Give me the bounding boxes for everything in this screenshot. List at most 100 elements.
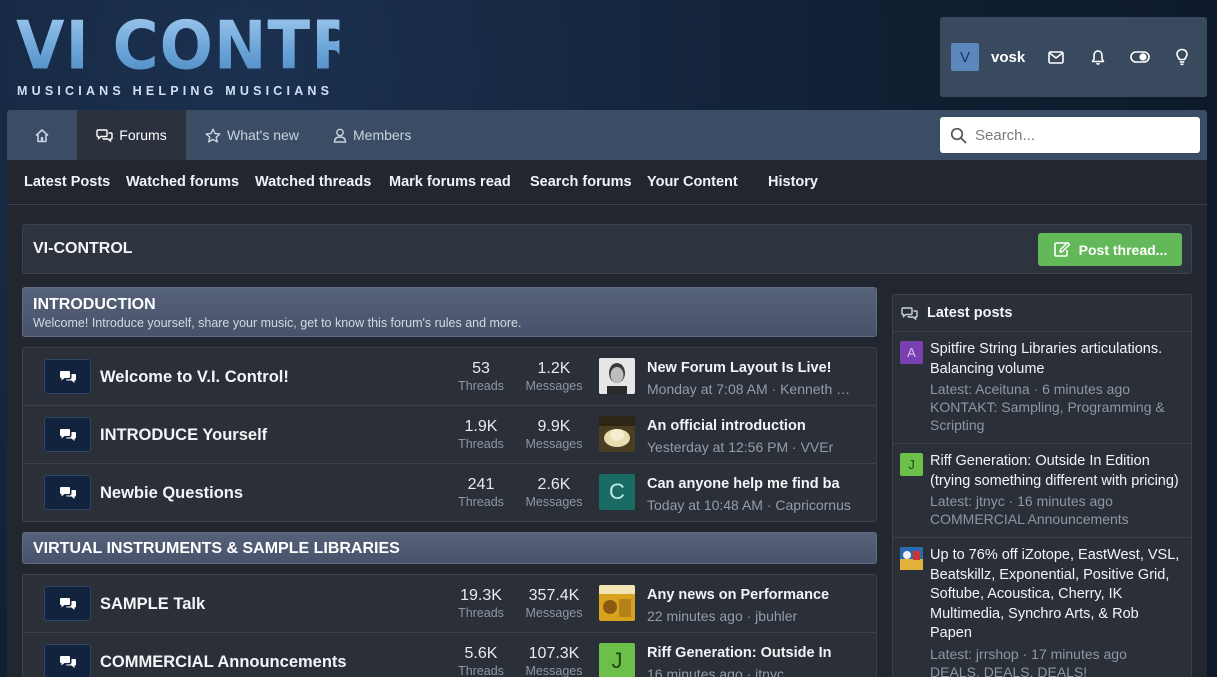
- tab-members[interactable]: Members: [333, 110, 411, 160]
- subnav-history[interactable]: History: [768, 174, 818, 190]
- search-icon[interactable]: [950, 127, 967, 144]
- node-list-virtual-instruments: SAMPLE Talk 19.3K Threads 357.4K Messages …: [22, 574, 877, 677]
- post-meta[interactable]: Latest: jrrshop · 17 minutes ago: [930, 645, 1183, 663]
- subnav-latest-posts[interactable]: Latest Posts: [24, 174, 110, 190]
- threads-stat: 1.9K Threads: [458, 418, 504, 451]
- messages-stat: 9.9K Messages: [525, 418, 583, 451]
- subnav-search-forums[interactable]: Search forums: [530, 174, 632, 190]
- last-post-meta[interactable]: 16 minutes ago · jtnyc: [647, 666, 859, 677]
- category-description: Welcome! Introduce yourself, share your …: [33, 316, 522, 330]
- user-panel: V vosk: [940, 17, 1207, 97]
- threads-stat: 241 Threads: [458, 476, 504, 509]
- category-introduction[interactable]: INTRODUCTION Welcome! Introduce yourself…: [22, 287, 877, 337]
- edit-icon: [1053, 241, 1071, 258]
- toggle-icon[interactable]: [1129, 46, 1151, 68]
- category-title[interactable]: VIRTUAL INSTRUMENTS & SAMPLE LIBRARIES: [33, 540, 400, 558]
- logo-tagline: MUSICIANS HELPING MUSICIANS: [17, 84, 334, 98]
- forum-title[interactable]: Welcome to V.I. Control!: [100, 368, 289, 387]
- home-icon: [34, 128, 50, 143]
- tab-members-label: Members: [353, 127, 412, 143]
- tab-forums[interactable]: Forums: [77, 110, 186, 160]
- avatar[interactable]: [900, 547, 923, 570]
- avatar[interactable]: [599, 416, 635, 452]
- last-post-meta[interactable]: Monday at 7:08 AM · Kenneth Hochberg: [647, 381, 859, 397]
- tab-home[interactable]: [7, 110, 77, 160]
- last-post-meta[interactable]: Today at 10:48 AM · Capricornus: [647, 497, 859, 513]
- widget-title[interactable]: Latest posts: [927, 305, 1012, 321]
- list-item: Up to 76% off iZotope, EastWest, VSL, Be…: [893, 538, 1191, 677]
- forum-title[interactable]: COMMERCIAL Announcements: [100, 653, 347, 672]
- post-thread-label: Post thread...: [1078, 241, 1168, 258]
- forum-node-icon: [44, 644, 91, 677]
- comments-icon: [901, 306, 918, 320]
- post-title[interactable]: Up to 76% off iZotope, EastWest, VSL, Be…: [930, 546, 1183, 644]
- list-item: A Spitfire String Libraries articulation…: [893, 332, 1191, 444]
- forum-title[interactable]: Newbie Questions: [100, 484, 243, 503]
- messages-stat: 1.2K Messages: [525, 360, 583, 393]
- username[interactable]: vosk: [991, 49, 1025, 66]
- star-icon: [205, 127, 221, 143]
- page-title: VI-CONTROL: [33, 240, 133, 257]
- post-title[interactable]: Spitfire String Libraries articulations.…: [930, 340, 1183, 379]
- last-post-meta[interactable]: 22 minutes ago · jbuhler: [647, 608, 859, 624]
- forum-title[interactable]: SAMPLE Talk: [100, 595, 205, 614]
- avatar[interactable]: J: [900, 453, 923, 476]
- forum-node-icon: [44, 586, 91, 621]
- post-meta[interactable]: Latest: Aceituna · 6 minutes ago: [930, 380, 1183, 398]
- last-post-title[interactable]: Can anyone help me find ba: [647, 476, 855, 492]
- threads-stat: 53 Threads: [458, 360, 504, 393]
- sub-nav: Latest Posts Watched forums Watched thre…: [7, 160, 1207, 205]
- user-icon: [333, 128, 347, 143]
- forum-node: COMMERCIAL Announcements 5.6K Threads 107…: [23, 633, 876, 677]
- last-post-title[interactable]: An official introduction: [647, 418, 855, 434]
- list-item: J Riff Generation: Outside In Edition (t…: [893, 444, 1191, 538]
- last-post-title[interactable]: New Forum Layout Is Live!: [647, 360, 855, 376]
- threads-stat: 19.3K Threads: [458, 587, 504, 620]
- search-input[interactable]: [975, 126, 1185, 144]
- bell-icon[interactable]: [1087, 46, 1109, 68]
- last-post-meta[interactable]: Yesterday at 12:56 PM · VVEr: [647, 439, 859, 455]
- forum-node-icon: [44, 359, 91, 394]
- post-forum[interactable]: COMMERCIAL Announcements: [930, 510, 1183, 528]
- category-virtual-instruments[interactable]: VIRTUAL INSTRUMENTS & SAMPLE LIBRARIES: [22, 532, 877, 564]
- site-logo[interactable]: VI CONTROL MUSICIANS HELPING MUSICIANS: [16, 7, 456, 100]
- subnav-your-content[interactable]: Your Content: [647, 174, 738, 190]
- avatar[interactable]: V: [951, 43, 979, 71]
- messages-stat: 107.3K Messages: [525, 645, 583, 677]
- forum-node: Newbie Questions 241 Threads 2.6K Messages…: [23, 464, 876, 522]
- search-box: [940, 117, 1200, 153]
- avatar[interactable]: [599, 358, 635, 394]
- forum-node: SAMPLE Talk 19.3K Threads 357.4K Messages …: [23, 575, 876, 633]
- chat-icon: [96, 128, 113, 142]
- avatar[interactable]: C: [599, 474, 635, 510]
- widget-header: Latest posts: [893, 295, 1191, 332]
- logo-text: VI CONTROL: [16, 7, 456, 86]
- tab-forums-label: Forums: [119, 127, 167, 143]
- forum-node: Welcome to V.I. Control! 53 Threads 1.2K M…: [23, 348, 876, 406]
- forum-node-icon: [44, 417, 91, 452]
- page-header: VI-CONTROL Post thread...: [22, 224, 1192, 274]
- forum-title[interactable]: INTRODUCE Yourself: [100, 426, 267, 445]
- tab-whats-new[interactable]: What's new: [205, 110, 299, 160]
- subnav-mark-forums-read[interactable]: Mark forums read: [389, 174, 511, 190]
- avatar[interactable]: J: [599, 643, 635, 677]
- last-post-title[interactable]: Riff Generation: Outside In: [647, 645, 855, 661]
- subnav-watched-threads[interactable]: Watched threads: [255, 174, 371, 190]
- bulb-icon[interactable]: [1171, 46, 1193, 68]
- latest-posts-widget: Latest posts A Spitfire String Libraries…: [892, 294, 1192, 677]
- forum-node: INTRODUCE Yourself 1.9K Threads 9.9K Messa…: [23, 406, 876, 464]
- messages-stat: 357.4K Messages: [525, 587, 583, 620]
- tab-whats-new-label: What's new: [227, 127, 299, 143]
- subnav-watched-forums[interactable]: Watched forums: [126, 174, 239, 190]
- post-thread-button[interactable]: Post thread...: [1038, 233, 1182, 266]
- post-meta[interactable]: Latest: jtnyc · 16 minutes ago: [930, 492, 1183, 510]
- post-forum[interactable]: KONTAKT: Sampling, Programming & Scripti…: [930, 398, 1183, 434]
- avatar[interactable]: [599, 585, 635, 621]
- node-list-introduction: Welcome to V.I. Control! 53 Threads 1.2K M…: [22, 347, 877, 522]
- avatar[interactable]: A: [900, 341, 923, 364]
- post-title[interactable]: Riff Generation: Outside In Edition (try…: [930, 452, 1183, 491]
- envelope-icon[interactable]: [1045, 46, 1067, 68]
- post-forum[interactable]: DEALS, DEALS, DEALS!: [930, 663, 1183, 677]
- last-post-title[interactable]: Any news on Performance: [647, 587, 855, 603]
- category-title[interactable]: INTRODUCTION: [33, 296, 156, 314]
